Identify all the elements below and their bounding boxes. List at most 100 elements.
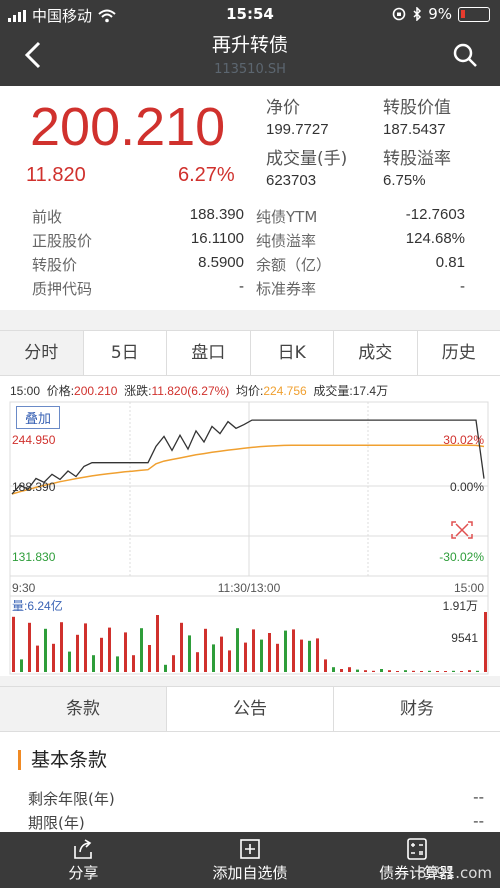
term-label: 期限(年) xyxy=(28,814,85,832)
tab-terms[interactable]: 条款 xyxy=(0,687,167,731)
info-tabs: 条款 公告 财务 xyxy=(0,686,500,732)
intraday-chart: 15:00 价格:200.210 涨跌:11.820(6.27%) 均价:224… xyxy=(0,376,500,676)
share-button[interactable]: 分享 xyxy=(0,832,167,888)
volume-bar xyxy=(44,628,47,672)
volume-bar xyxy=(316,638,319,672)
volume-bar xyxy=(188,635,191,672)
volume-bar xyxy=(292,629,295,672)
tab-5day[interactable]: 5日 xyxy=(84,331,167,375)
volume-bar xyxy=(332,667,335,672)
quote-grid: 前收 188.390 纯债YTM -12.7603 正股股价 16.1100 纯债溢率… xyxy=(0,204,500,300)
bond-calculator-button[interactable]: 债券计算器 8591.com xyxy=(333,832,500,888)
volume-bar xyxy=(140,628,143,672)
tab-trades[interactable]: 成交 xyxy=(334,331,418,375)
status-bar: 中国移动 15:54 9% xyxy=(0,0,500,28)
stat-conversion-value: 转股价值 187.5437 xyxy=(383,98,451,138)
avg-price-line xyxy=(11,444,485,495)
quote-row: 前收 188.390 纯债YTM -12.7603 xyxy=(32,206,465,226)
volume-bar xyxy=(420,671,423,672)
chart-canvas[interactable]: 244.950 188.390 131.830 30.02% 0.00% -30… xyxy=(0,376,500,676)
volume-bar xyxy=(156,615,159,672)
price-change: 11.820 xyxy=(26,164,86,186)
x-tick-start: 9:30 xyxy=(12,581,36,595)
term-label: 剩余年限(年) xyxy=(28,790,115,808)
volume-bar xyxy=(60,622,63,672)
volume-bar xyxy=(380,669,383,672)
price-line xyxy=(11,419,485,495)
volume-bar xyxy=(268,633,271,672)
bond-code: 113510.SH xyxy=(214,62,286,77)
volume-bar xyxy=(28,622,31,672)
volume-bar xyxy=(100,637,103,672)
volume-bar xyxy=(412,670,415,672)
volume-bar xyxy=(108,627,111,672)
volume-bar xyxy=(196,652,199,672)
tab-announcements[interactable]: 公告 xyxy=(167,687,334,731)
orientation-lock-icon xyxy=(392,7,406,21)
battery-icon xyxy=(458,6,490,22)
tab-daily-k[interactable]: 日K xyxy=(251,331,334,375)
search-icon[interactable] xyxy=(452,42,478,68)
volume-bar xyxy=(340,669,343,672)
volume-bar xyxy=(252,629,255,672)
stat-volume: 成交量(手) 623703 xyxy=(266,149,348,189)
volume-bar xyxy=(132,655,135,672)
last-price: 200.210 xyxy=(30,97,226,157)
volume-bar xyxy=(444,671,447,672)
tab-financials[interactable]: 财务 xyxy=(334,687,500,731)
volume-bar xyxy=(36,645,39,672)
stat-conversion-premium: 转股溢率 6.75% xyxy=(383,149,451,189)
tab-intraday[interactable]: 分时 xyxy=(0,331,84,375)
bluetooth-icon xyxy=(413,7,422,21)
overlay-button[interactable]: 叠加 xyxy=(16,406,61,429)
volume-bar xyxy=(300,639,303,672)
volume-bar xyxy=(172,655,175,672)
volume-bar xyxy=(396,671,399,672)
volume-bar xyxy=(452,670,455,672)
volume-bar xyxy=(164,664,167,672)
volume-bar xyxy=(436,671,439,672)
volume-bar xyxy=(356,669,359,672)
bottom-bar: 分享 添加自选债 债券计算器 8591.com xyxy=(0,832,500,888)
tab-history[interactable]: 历史 xyxy=(418,331,500,375)
add-watchlist-button[interactable]: 添加自选债 xyxy=(167,832,334,888)
chart-tabs: 分时 5日 盘口 日K 成交 历史 xyxy=(0,330,500,376)
battery-percent: 9% xyxy=(428,5,452,23)
quote-row: 正股股价 16.1100 纯债溢率 124.68% xyxy=(32,230,465,250)
watermark: 8591.com xyxy=(417,864,493,882)
x-tick-mid: 11:30/13:00 xyxy=(218,581,281,595)
section-title: 基本条款 xyxy=(18,750,107,770)
y-low-label: 131.830 xyxy=(12,550,56,564)
volume-bar xyxy=(12,616,15,672)
vol-high-label: 1.91万 xyxy=(443,599,478,613)
volume-bar xyxy=(308,640,311,672)
volume-bar xyxy=(484,612,487,672)
pct-low-label: -30.02% xyxy=(439,550,484,564)
volume-bar xyxy=(204,628,207,672)
volume-bar xyxy=(372,670,375,672)
chart-grid xyxy=(9,401,489,675)
x-tick-end: 15:00 xyxy=(454,581,484,595)
volume-bar xyxy=(20,659,23,672)
volume-bar xyxy=(68,651,71,672)
volume-bar xyxy=(84,623,87,672)
add-icon xyxy=(240,839,260,859)
terms-section: 基本条款 剩余年限(年) -- 期限(年) -- xyxy=(0,732,500,832)
vol-mid-label: 9541 xyxy=(451,631,478,645)
share-icon xyxy=(74,839,93,859)
volume-bar xyxy=(476,670,479,672)
volume-bar xyxy=(428,670,431,672)
quote-row: 转股价 8.5900 余额（亿） 0.81 xyxy=(32,254,465,274)
quote-panel: 200.210 11.820 6.27% 净价 199.7727 转股价值 187.… xyxy=(0,86,500,310)
volume-bar xyxy=(236,628,239,672)
top-bar: 中国移动 15:54 9% 再升转债 113510.SH xyxy=(0,0,500,86)
quote-row: 质押代码 - 标准券率 - xyxy=(32,278,465,298)
y-high-label: 244.950 xyxy=(12,433,56,447)
tab-orderbook[interactable]: 盘口 xyxy=(167,331,251,375)
term-value: -- xyxy=(473,788,484,806)
page-title: 再升转债 xyxy=(211,34,288,56)
calculator-icon xyxy=(406,838,427,860)
volume-bar xyxy=(468,670,471,672)
volume-bar xyxy=(364,670,367,672)
pct-mid-label: 0.00% xyxy=(450,480,484,494)
